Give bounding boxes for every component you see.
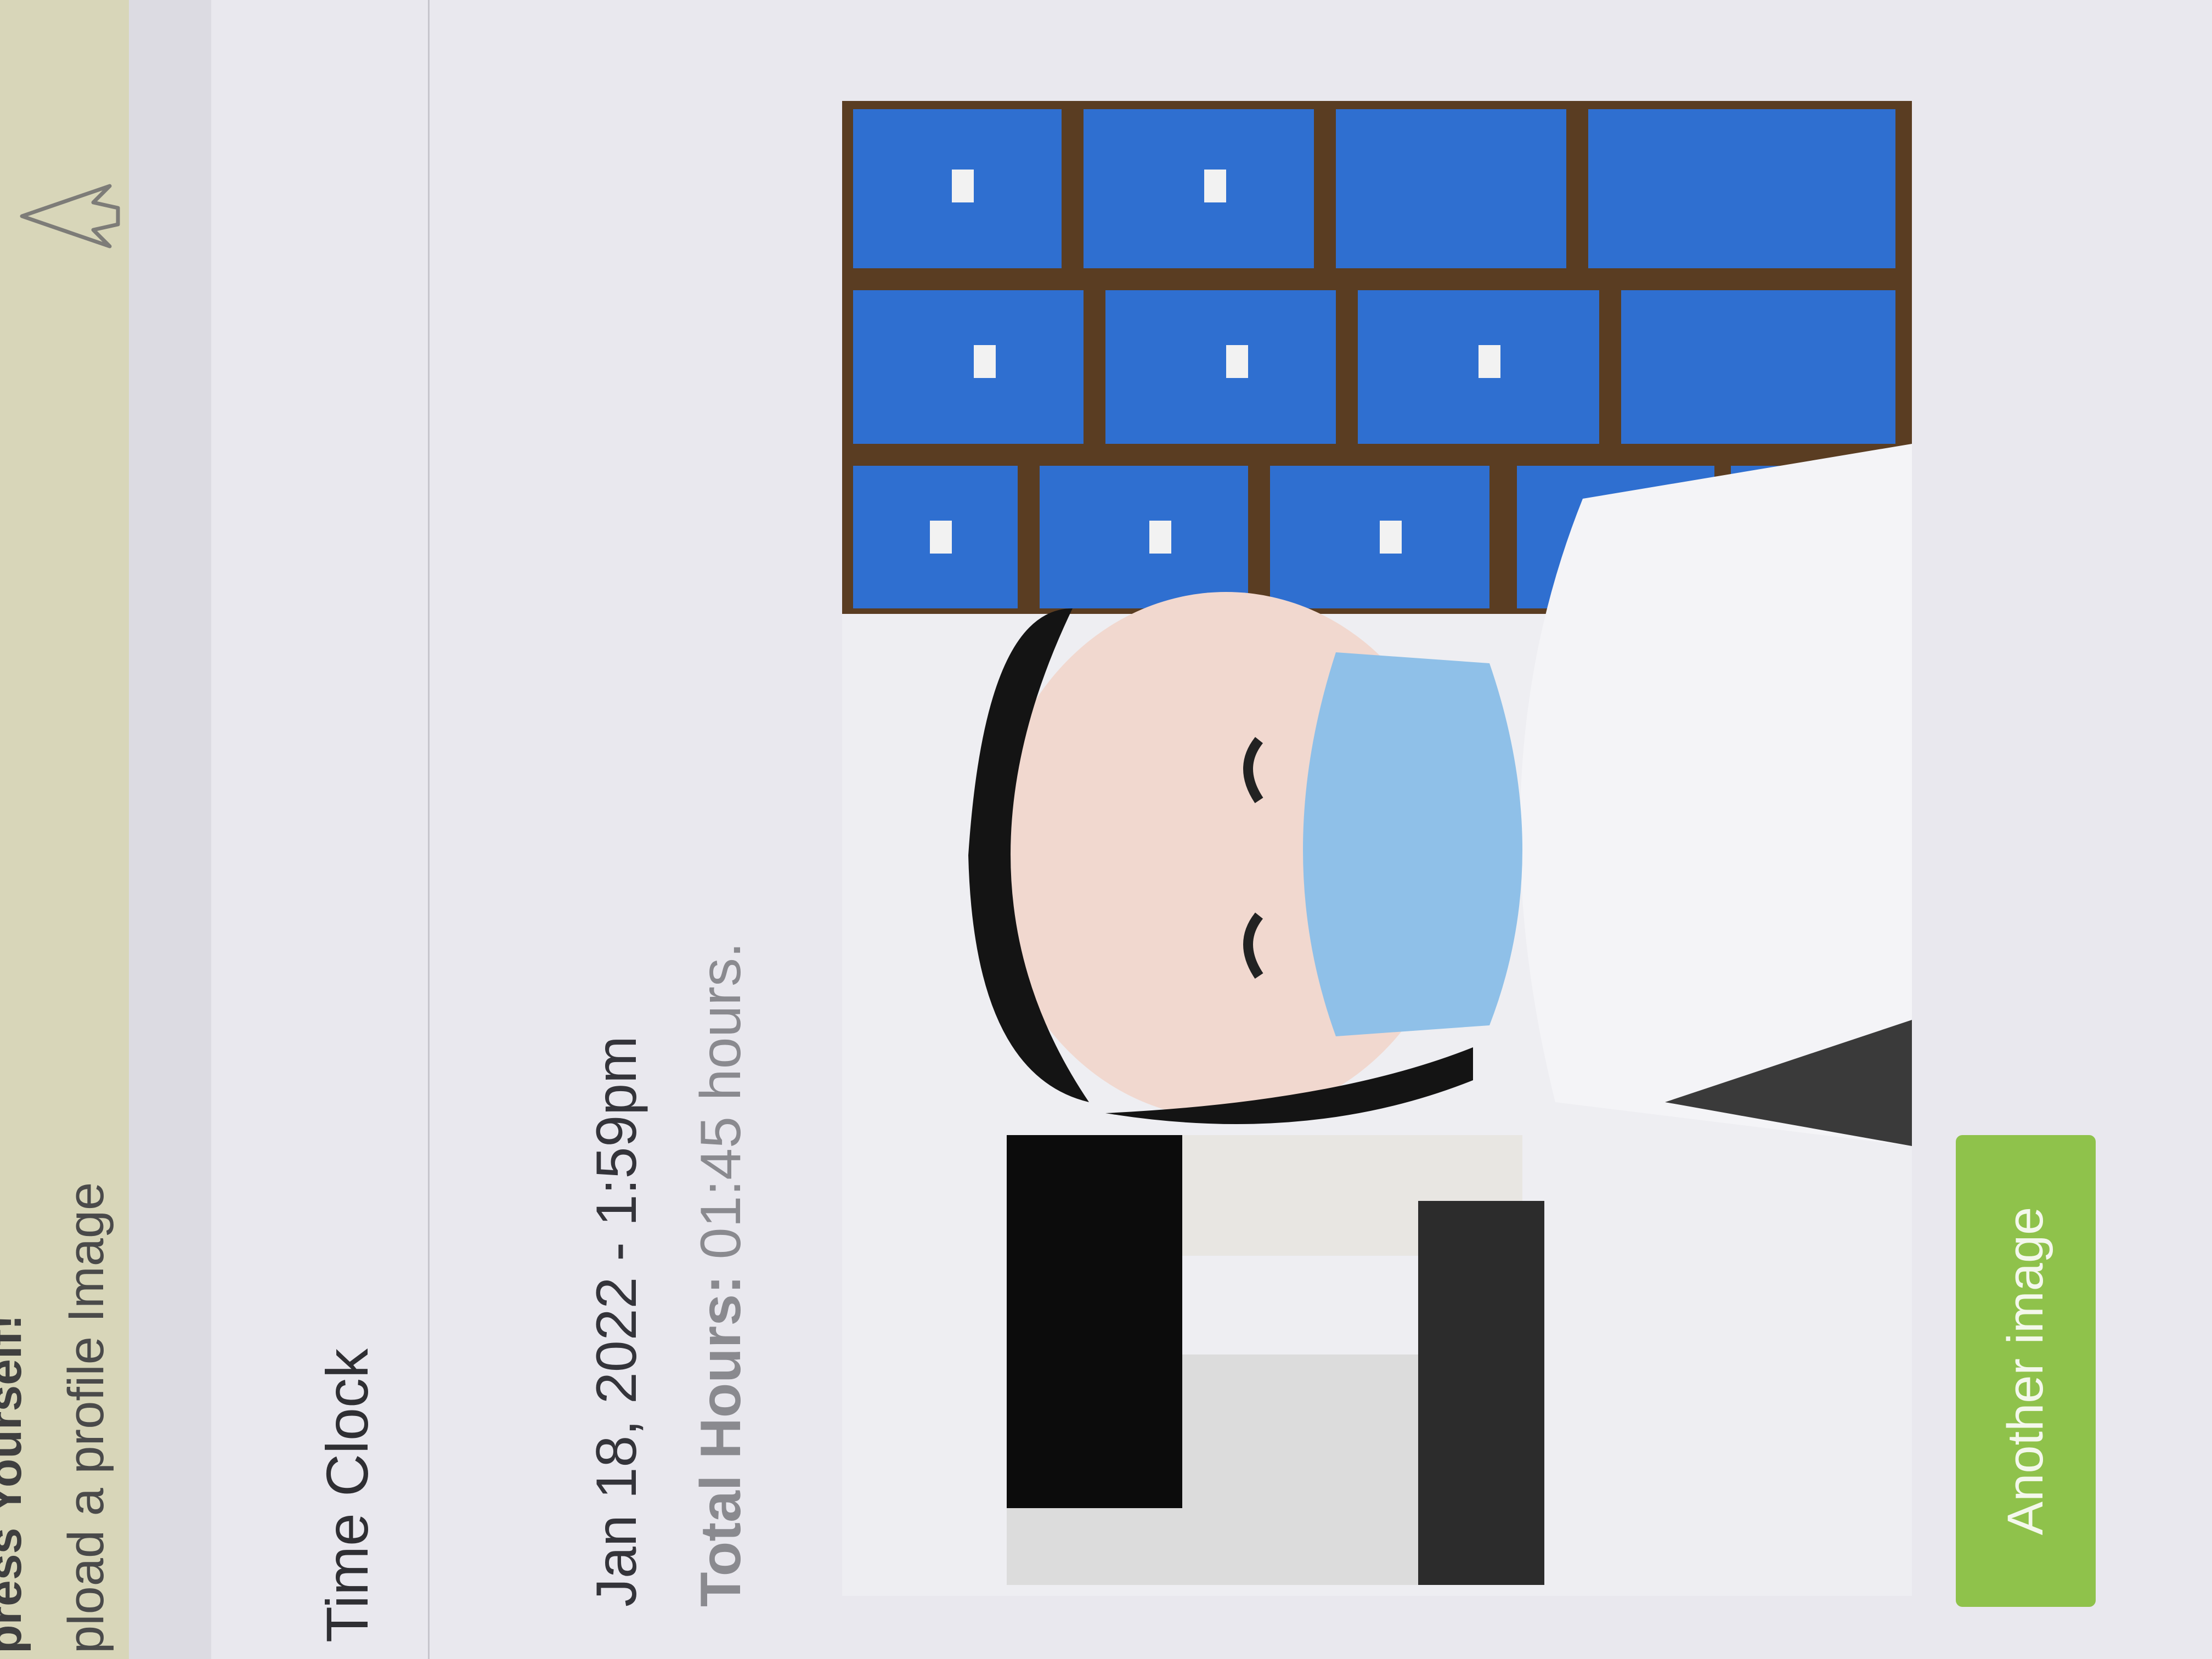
total-hours-label: Total Hours: bbox=[689, 1275, 753, 1607]
clock-entry-datetime: Jan 18, 2022 - 1:59pm bbox=[585, 1036, 648, 1607]
banner-title: press Yourself! bbox=[0, 1314, 31, 1654]
clock-in-photo bbox=[842, 101, 1912, 1596]
photo-image bbox=[842, 101, 1912, 1596]
time-clock-heading: Time Clock bbox=[314, 1348, 380, 1643]
section-divider bbox=[428, 0, 430, 1659]
pointer-cursor-icon bbox=[20, 184, 120, 249]
section-spacer bbox=[129, 0, 211, 1659]
upload-profile-image-link[interactable]: pload a profile Image bbox=[58, 1182, 115, 1654]
another-image-button[interactable]: Another image bbox=[1956, 1135, 2096, 1607]
rotated-screen: press Yourself! pload a profile Image Ti… bbox=[0, 0, 2212, 1659]
profile-banner: press Yourself! pload a profile Image bbox=[0, 0, 129, 1659]
total-hours-value: 01:45 hours. bbox=[689, 942, 753, 1260]
clock-entry-total-hours: Total Hours: 01:45 hours. bbox=[689, 942, 754, 1607]
